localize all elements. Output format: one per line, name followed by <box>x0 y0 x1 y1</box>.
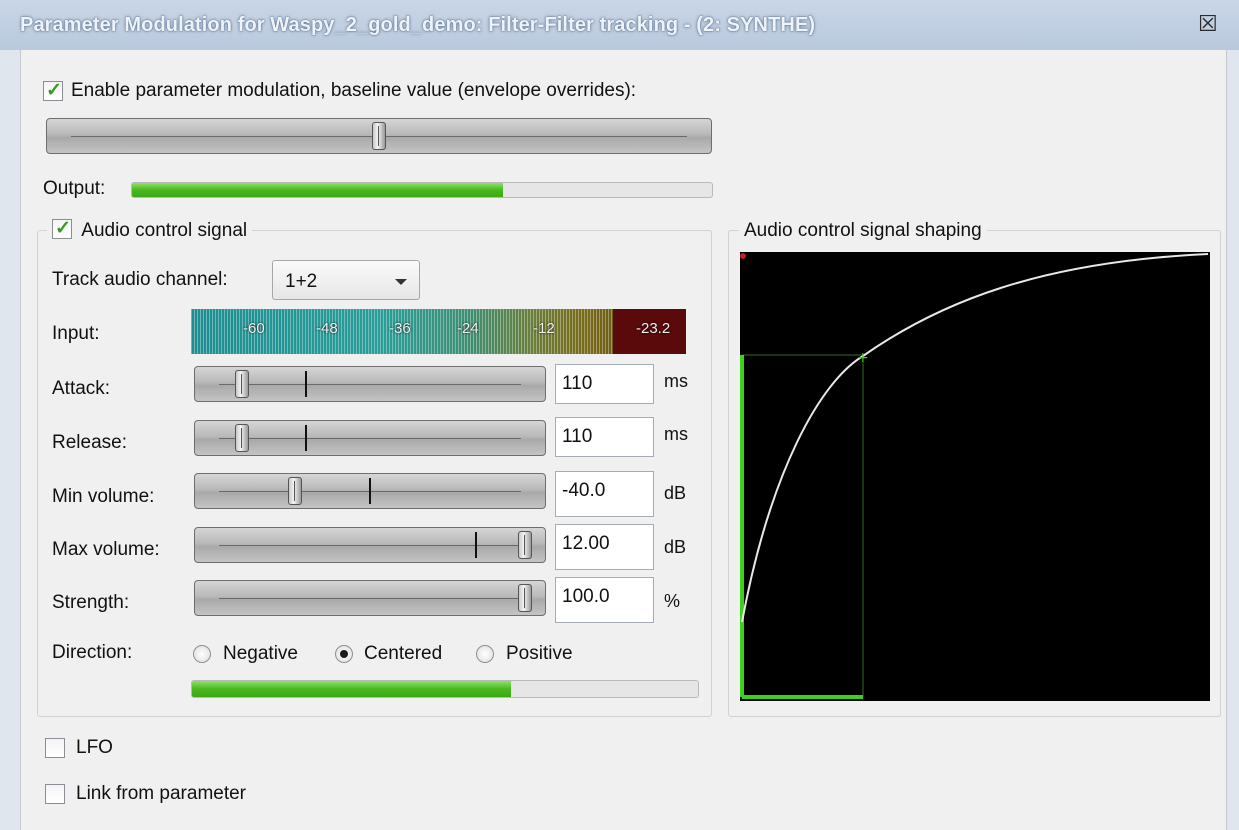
release-slider-thumb[interactable] <box>235 424 249 452</box>
lfo-label: LFO <box>76 737 113 758</box>
max-volume-label: Max volume: <box>52 539 160 560</box>
checkmark-icon: ✓ <box>46 80 62 101</box>
curve-origin-marker[interactable] <box>740 253 746 259</box>
strength-slider-thumb[interactable] <box>518 584 532 612</box>
audio-control-legend: ✓ Audio control signal <box>47 218 253 242</box>
input-label: Input: <box>52 323 100 344</box>
release-value: 110 <box>562 426 593 447</box>
shaping-curve <box>741 253 1209 623</box>
track-channel-label: Track audio channel: <box>52 269 228 290</box>
min-volume-unit: dB <box>664 483 687 503</box>
output-meter-fill <box>132 183 504 197</box>
direction-positive-label[interactable]: Positive <box>506 643 573 665</box>
enable-modulation-checkbox[interactable]: ✓ <box>43 80 63 101</box>
enable-modulation-label: Enable parameter modulation, baseline va… <box>71 80 637 101</box>
input-peak-readout: -23.2 <box>636 320 671 337</box>
max-volume-input[interactable]: 12.00 <box>555 524 654 570</box>
meter-scale-label: -12 <box>533 320 555 337</box>
track-channel-value: 1+2 <box>285 271 318 292</box>
meter-scale-label: -24 <box>457 320 479 337</box>
release-unit: ms <box>664 424 688 444</box>
max-volume-slider-thumb[interactable] <box>518 531 532 559</box>
audio-control-label: Audio control signal <box>81 220 248 241</box>
attack-slider-thumb[interactable] <box>235 370 249 398</box>
link-from-parameter-label: Link from parameter <box>76 783 247 804</box>
slider-groove <box>219 384 521 385</box>
baseline-slider-thumb[interactable] <box>372 122 386 150</box>
radio-selected-dot <box>340 650 348 658</box>
direction-centered-label[interactable]: Centered <box>364 643 442 665</box>
output-meter <box>131 182 713 198</box>
input-meter-bar <box>191 309 686 354</box>
shaping-legend: Audio control signal shaping <box>739 220 987 242</box>
shaping-curve-graph[interactable]: + <box>740 252 1210 701</box>
min-volume-input[interactable]: -40.0 <box>555 471 654 517</box>
meter-scale-label: -36 <box>389 320 411 337</box>
dropdown-arrow-icon <box>395 279 407 285</box>
max-volume-value: 12.00 <box>562 533 610 554</box>
strength-label: Strength: <box>52 592 130 613</box>
min-volume-slider-marker <box>369 478 371 504</box>
link-from-parameter-checkbox[interactable] <box>45 784 65 804</box>
audio-control-checkbox[interactable]: ✓ <box>52 218 72 239</box>
window-title: Parameter Modulation for Waspy_2_gold_de… <box>20 14 816 36</box>
max-volume-slider[interactable] <box>194 527 546 563</box>
strength-unit: % <box>664 591 681 611</box>
min-volume-slider-thumb[interactable] <box>288 477 302 505</box>
meter-scale-label: -48 <box>316 320 338 337</box>
release-input[interactable]: 110 <box>555 417 654 457</box>
min-volume-slider[interactable] <box>194 473 546 509</box>
attack-value: 110 <box>562 373 593 394</box>
direction-centered-radio[interactable] <box>335 645 353 663</box>
min-volume-value: -40.0 <box>562 480 606 501</box>
slider-groove <box>219 598 521 599</box>
control-level-meter <box>191 680 699 698</box>
attack-unit: ms <box>664 371 688 391</box>
strength-value: 100.0 <box>562 586 610 607</box>
title-bar: Parameter Modulation for Waspy_2_gold_de… <box>0 0 1239 50</box>
attack-input[interactable]: 110 <box>555 364 654 404</box>
max-volume-slider-marker <box>475 532 477 558</box>
release-slider-marker <box>305 425 307 451</box>
lfo-checkbox[interactable] <box>45 738 65 758</box>
min-volume-label: Min volume: <box>52 486 155 507</box>
input-meter: -60 -48 -36 -24 -12 -23.2 <box>191 309 686 354</box>
direction-negative-radio[interactable] <box>193 645 211 663</box>
shaping-curve-svg: + <box>740 253 1209 699</box>
baseline-slider[interactable] <box>46 118 712 154</box>
direction-label: Direction: <box>52 642 133 663</box>
meter-scale-label: -60 <box>243 320 265 337</box>
track-channel-dropdown[interactable]: 1+2 <box>272 260 420 300</box>
checkmark-icon: ✓ <box>55 218 71 239</box>
release-slider[interactable] <box>194 420 546 456</box>
dialog-body: ✓ Enable parameter modulation, baseline … <box>20 50 1227 830</box>
direction-negative-label[interactable]: Negative <box>223 643 298 665</box>
slider-groove <box>219 438 521 439</box>
attack-slider[interactable] <box>194 366 546 402</box>
direction-positive-radio[interactable] <box>476 645 494 663</box>
shaping-guide-rect <box>741 354 864 698</box>
curve-point-marker[interactable]: + <box>857 350 869 366</box>
max-volume-unit: dB <box>664 537 687 557</box>
attack-label: Attack: <box>52 378 111 399</box>
output-label: Output: <box>43 178 106 199</box>
close-icon[interactable]: ☒ <box>1198 13 1218 35</box>
strength-slider[interactable] <box>194 580 546 616</box>
attack-slider-marker <box>305 371 307 397</box>
strength-input[interactable]: 100.0 <box>555 577 654 623</box>
release-label: Release: <box>52 432 127 453</box>
control-level-meter-fill <box>192 681 511 697</box>
